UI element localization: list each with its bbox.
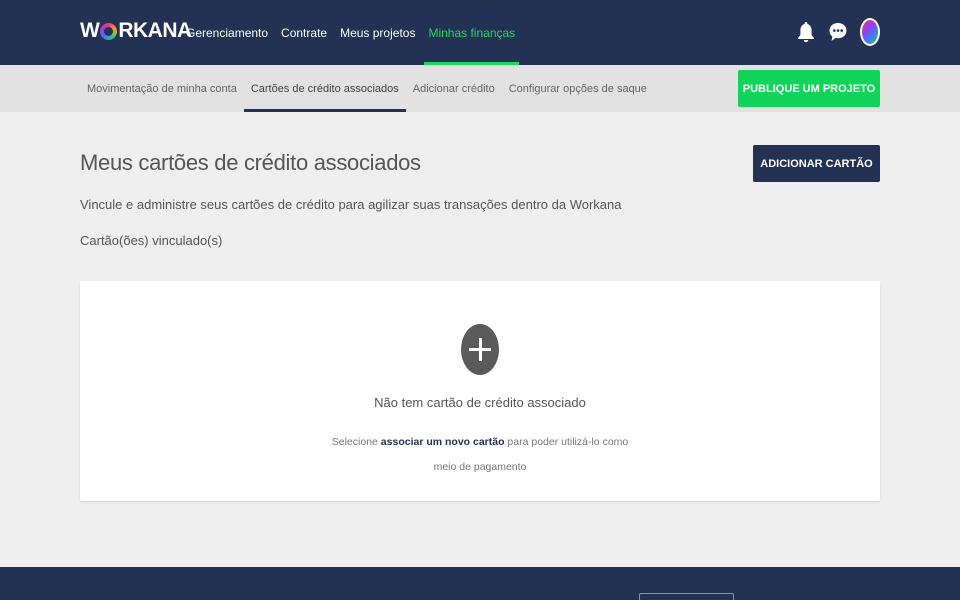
publish-project-button[interactable]: PUBLIQUE UM PROJETO	[738, 70, 880, 107]
linked-cards-label: Cartão(ões) vinculado(s)	[80, 233, 223, 248]
top-navbar: W RKANA Gerenciamento Contrate Meus proje…	[0, 0, 960, 65]
workana-logo[interactable]: W RKANA	[80, 19, 192, 43]
tab-movimentacao[interactable]: Movimentação de minha conta	[80, 65, 244, 112]
finance-tabs: Movimentação de minha conta Cartões de c…	[80, 65, 654, 112]
empty-desc-before: Selecione	[331, 436, 381, 448]
tab-configurar-saque[interactable]: Configurar opções de saque	[502, 65, 654, 112]
page-subtitle: Vincule e administre seus cartões de cré…	[80, 197, 622, 212]
nav-contrate[interactable]: Contrate	[281, 0, 327, 65]
sub-navbar: Movimentação de minha conta Cartões de c…	[0, 65, 960, 112]
logo-prefix: W	[80, 19, 100, 42]
add-card-button[interactable]: ADICIONAR CARTÃO	[753, 145, 880, 182]
footer-language-select[interactable]	[639, 593, 734, 600]
logo-ring-icon	[100, 22, 118, 40]
page-title: Meus cartões de crédito associados	[80, 150, 421, 175]
logo-suffix: RKANA	[118, 19, 192, 42]
nav-meus-projetos[interactable]: Meus projetos	[340, 0, 415, 65]
user-avatar[interactable]	[860, 18, 880, 46]
nav-gerenciamento[interactable]: Gerenciamento	[186, 0, 268, 65]
top-icons	[796, 18, 880, 46]
empty-state-description: Selecione associar um novo cartão para p…	[325, 430, 635, 480]
main-nav: Gerenciamento Contrate Meus projetos Min…	[186, 0, 528, 65]
footer	[0, 567, 960, 600]
plus-icon[interactable]	[461, 324, 499, 375]
associate-card-link[interactable]: associar um novo cartão	[381, 436, 505, 448]
chat-icon[interactable]	[828, 20, 848, 44]
cards-empty-state: Não tem cartão de crédito associado Sele…	[80, 281, 880, 501]
empty-state-title: Não tem cartão de crédito associado	[374, 395, 586, 410]
tab-cartoes-credito[interactable]: Cartões de crédito associados	[243, 65, 406, 112]
nav-minhas-financas[interactable]: Minhas finanças	[424, 0, 519, 65]
tab-adicionar-credito[interactable]: Adicionar crédito	[406, 65, 502, 112]
bell-icon[interactable]	[796, 20, 816, 44]
